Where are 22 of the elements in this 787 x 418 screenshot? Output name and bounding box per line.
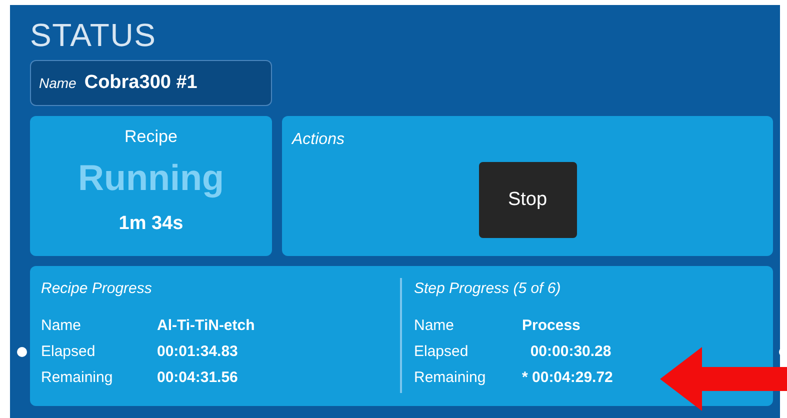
name-field: Name Cobra300 #1	[30, 60, 272, 106]
field-label: Name	[414, 316, 456, 336]
field-value: * 00:04:29.72	[522, 368, 613, 388]
field-label: Elapsed	[41, 342, 96, 362]
field-value: 00:04:31.56	[157, 368, 238, 388]
field-value: Process	[522, 316, 580, 336]
field-label: Elapsed	[414, 342, 470, 362]
panel-title: STATUS	[30, 16, 158, 55]
recipe-time: 1m 34s	[118, 212, 184, 236]
field-value: 00:00:30.28	[529, 342, 612, 362]
field-label: Name	[41, 316, 82, 336]
field-label: Remaining	[414, 368, 487, 388]
stop-button[interactable]: Stop	[478, 162, 576, 238]
arrow-icon	[660, 347, 787, 411]
card-title: Actions	[292, 130, 346, 150]
card-title: Recipe	[124, 126, 178, 148]
field-label: Remaining	[41, 368, 114, 388]
section-title: Step Progress (5 of 6)	[414, 279, 562, 299]
recipe-state: Running	[78, 156, 224, 200]
field-value: Al-Ti-TiN-etch	[157, 316, 255, 336]
section-title: Recipe Progress	[41, 279, 153, 299]
field-value: 00:01:34.83	[157, 342, 238, 362]
